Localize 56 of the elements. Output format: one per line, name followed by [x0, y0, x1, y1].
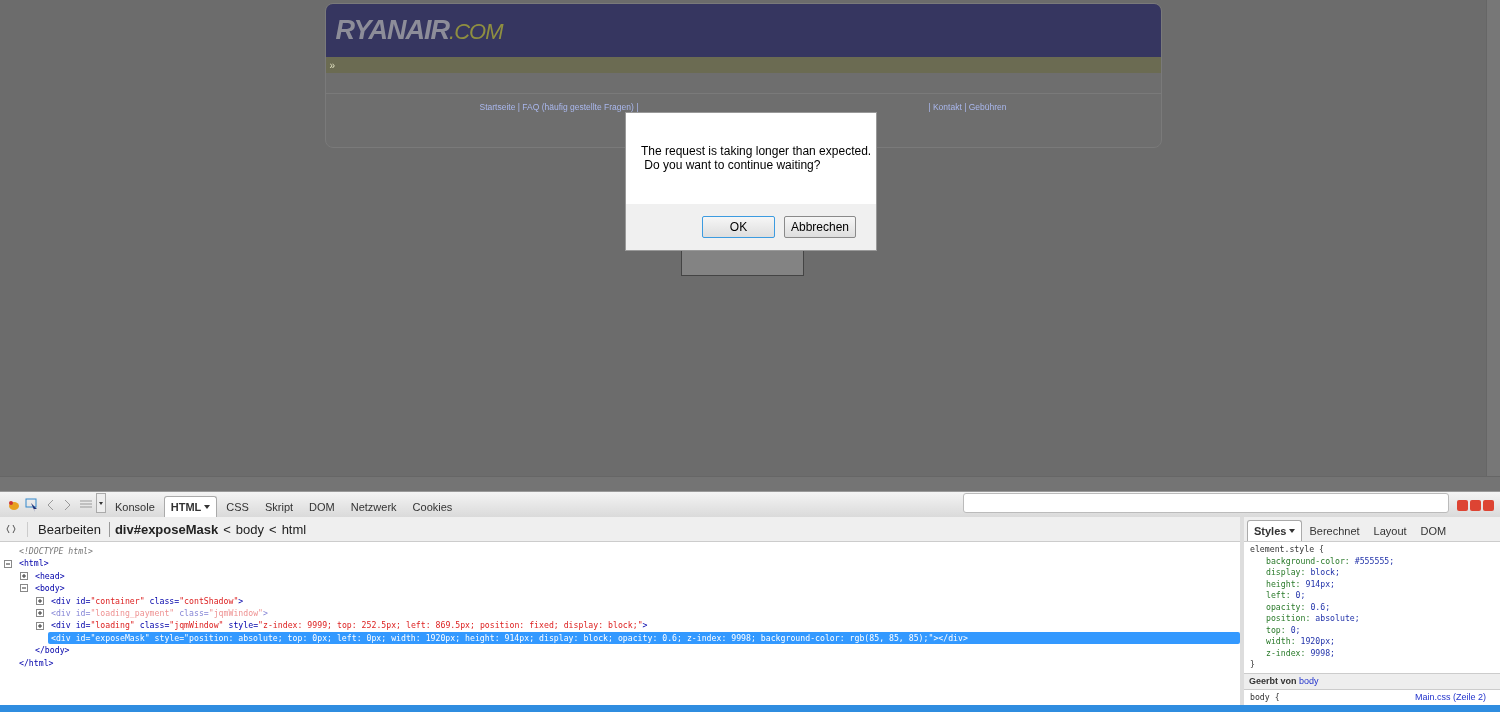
search-field[interactable]: [963, 493, 1449, 513]
html-node-line[interactable]: <body>: [32, 582, 68, 595]
breadcrumb-separator: <: [269, 521, 277, 537]
css-property: background-color: #555555;: [1265, 555, 1396, 567]
side-panel-tab[interactable]: Styles: [1247, 520, 1303, 541]
inherited-link[interactable]: body: [1299, 675, 1319, 686]
css-property: position: absolute;: [1265, 613, 1361, 625]
collapse-icon[interactable]: [4, 559, 12, 568]
html-closing-tag: </html>: [16, 656, 57, 669]
html-closing-tag: </body>: [32, 644, 73, 657]
toggle-view-icon[interactable]: [6, 524, 16, 534]
breadcrumb-separator: <: [223, 521, 231, 537]
devtools-tab[interactable]: HTML: [163, 496, 218, 517]
side-panel-tab[interactable]: Layout: [1366, 520, 1414, 541]
css-property: top: 0;: [1265, 624, 1302, 636]
trail-marker: »: [329, 59, 336, 71]
horizontal-scrollbar[interactable]: [0, 476, 1500, 491]
expand-icon[interactable]: [20, 571, 28, 580]
breadcrumb-item[interactable]: div#exposeMask: [114, 521, 219, 537]
inherited-label: Geerbt von: [1249, 675, 1297, 686]
expand-icon[interactable]: [36, 609, 44, 618]
devtools-tab[interactable]: Cookies: [405, 496, 460, 517]
breadcrumb-item[interactable]: body: [235, 521, 265, 537]
css-property: opacity: 0.6;: [1265, 601, 1332, 613]
dialog-button[interactable]: Abbrechen: [784, 216, 856, 238]
edit-button[interactable]: Bearbeiten: [27, 521, 110, 537]
side-panel-tab[interactable]: DOM: [1413, 520, 1454, 541]
css-property: width: 1920px;: [1265, 636, 1337, 648]
source-link[interactable]: Main.css (Zeile 2): [1415, 691, 1486, 703]
html-node-line[interactable]: <div id="container" class="contShadow">: [48, 594, 247, 607]
devtools-tab[interactable]: DOM: [302, 496, 342, 517]
breadcrumb-item[interactable]: html: [281, 521, 307, 537]
css-selector: body {: [1250, 691, 1280, 703]
site-logo: RYANAIR.COM: [335, 15, 503, 46]
expand-icon[interactable]: [36, 596, 44, 605]
devtools-tab[interactable]: Skript: [257, 496, 301, 517]
collapse-icon[interactable]: [20, 584, 28, 593]
html-node-line[interactable]: <!DOCTYPE html>: [16, 545, 96, 558]
side-panel-tab[interactable]: Berechnet: [1302, 520, 1367, 541]
css-property: height: 914px;: [1265, 578, 1337, 590]
css-selector: element.style {: [1250, 544, 1325, 556]
css-brace: }: [1250, 659, 1256, 671]
html-node-line[interactable]: <head>: [32, 569, 68, 583]
dropdown-icon[interactable]: [96, 493, 106, 513]
css-property: left: 0;: [1265, 590, 1307, 602]
devtools-tab[interactable]: Netzwerk: [343, 496, 404, 517]
devtools-tab[interactable]: CSS: [219, 496, 256, 517]
css-property: z-index: 9998;: [1265, 647, 1337, 659]
expand-icon[interactable]: [36, 621, 44, 630]
dialog-button[interactable]: OK: [702, 216, 775, 238]
css-property: display: block;: [1265, 567, 1341, 579]
html-node-line[interactable]: <html>: [16, 557, 52, 570]
html-node-line[interactable]: <div id="loading" class="jqmWindow" style="z-index: 9999; top: 252.5px; left: 869.5px; position: fixed; display: block;">: [48, 619, 651, 632]
html-node-line[interactable]: <div id="loading_payment" class="jqmWindow">: [48, 606, 271, 620]
dialog-message: The request is taking longer than expected. Do you want to continue waiting?: [640, 143, 873, 174]
devtools-tab[interactable]: Konsole: [108, 496, 162, 517]
